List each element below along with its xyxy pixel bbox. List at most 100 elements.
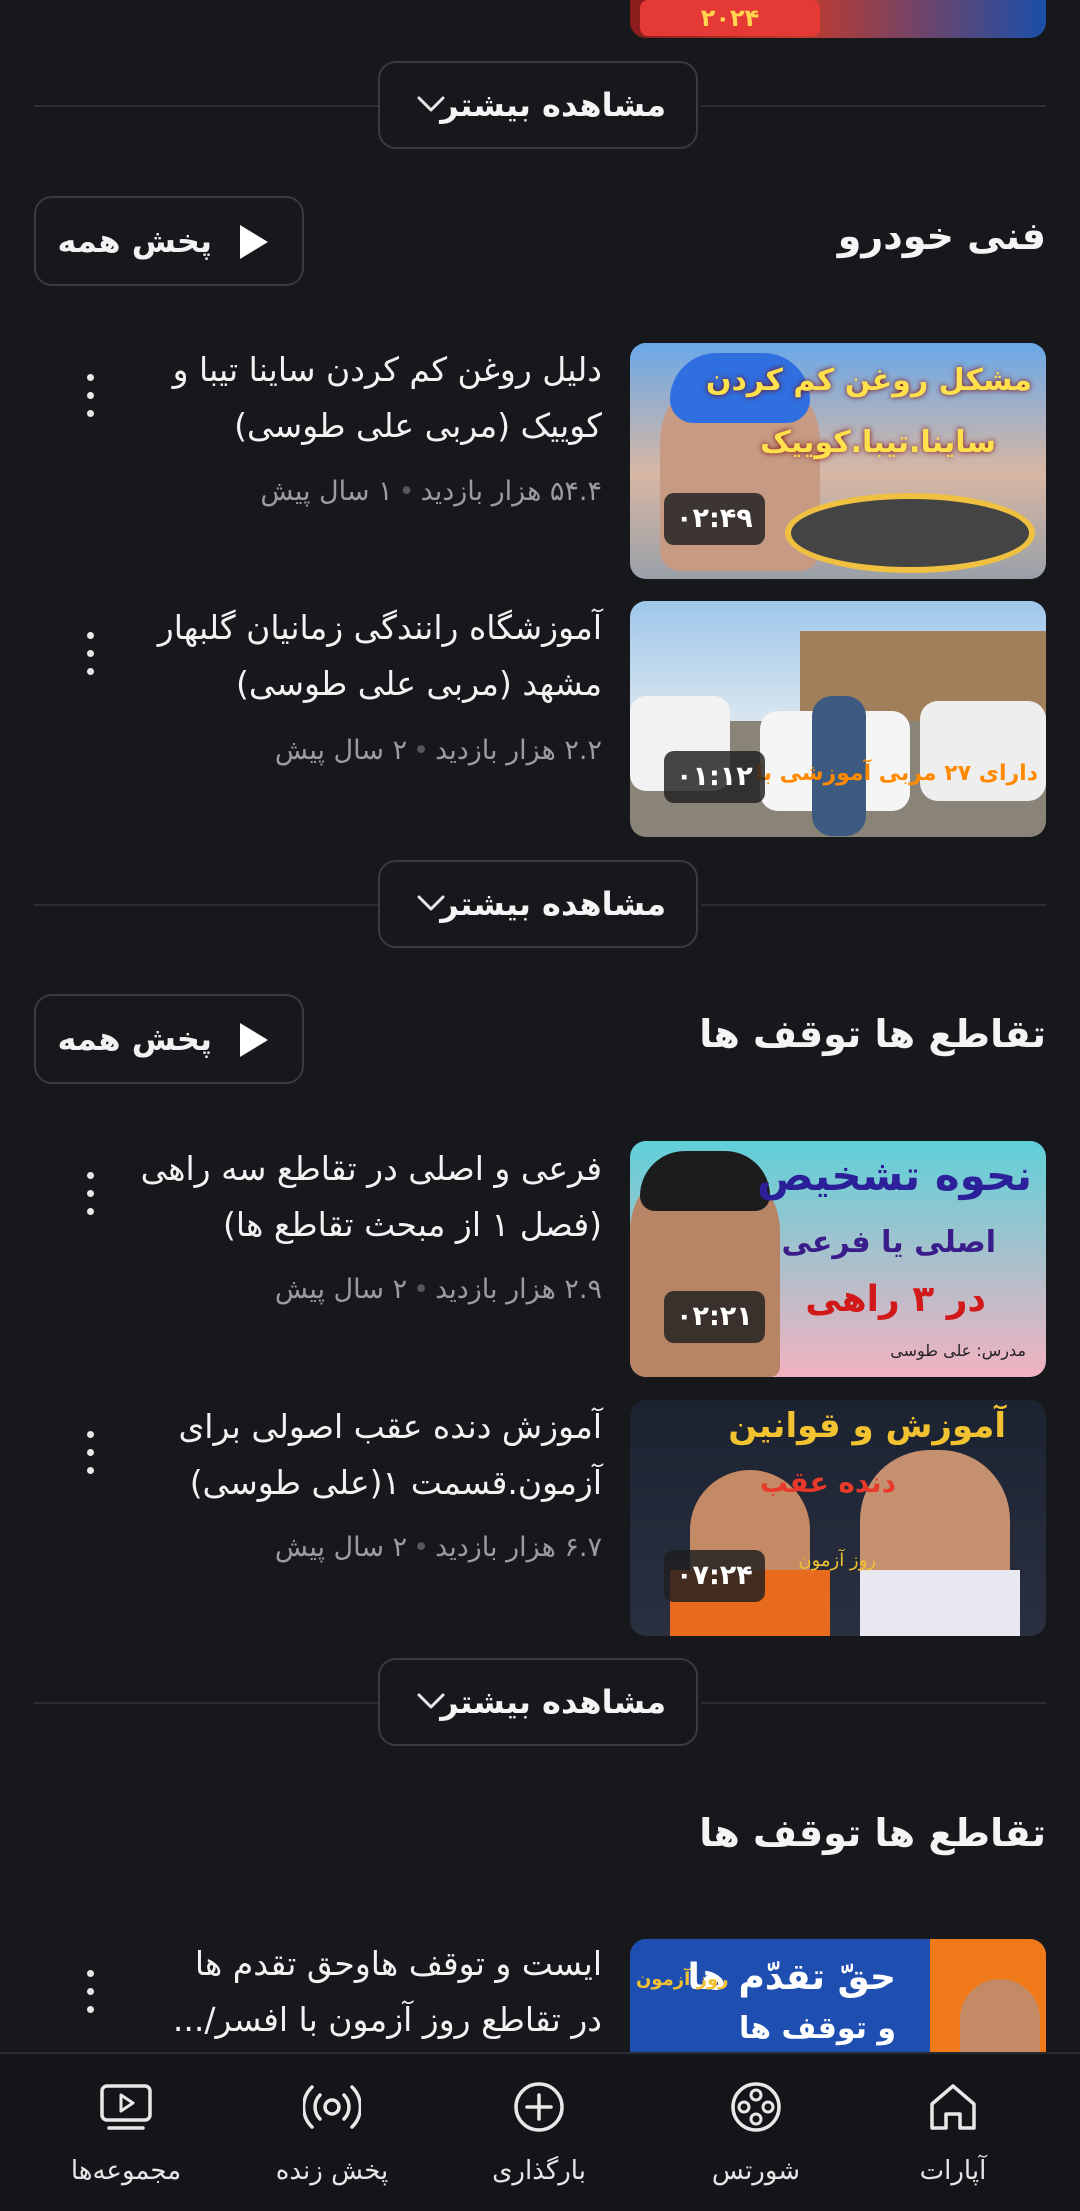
- upload-age: ۱ سال پیش: [260, 476, 393, 507]
- video-thumbnail[interactable]: مشکل روغن کم کردن ساینا.تیبا.کوییک ۰۲:۴۹: [630, 343, 1046, 579]
- nav-label: پخش زنده: [275, 2156, 389, 2186]
- video-meta: ۵۴.۴ هزار بازدید•۱ سال پیش: [260, 476, 602, 507]
- video-title[interactable]: ایست و توقف هاوحق تقدم ها در تقاطع روز آ…: [42, 1936, 602, 2048]
- video-title-line: ایست و توقف هاوحق تقدم ها: [194, 1944, 602, 1983]
- video-title-line: فرعی و اصلی در تقاطع سه راهی: [140, 1149, 602, 1188]
- more-options-icon[interactable]: [80, 1172, 100, 1232]
- more-options-icon[interactable]: [80, 632, 100, 692]
- section-title: فنی خودرو: [837, 214, 1046, 258]
- video-thumbnail[interactable]: حقّ تقدّم ها روز آزمون و توقف ها: [630, 1939, 1046, 2052]
- more-options-icon[interactable]: [80, 374, 100, 434]
- nav-label: آپارات: [919, 2156, 987, 2186]
- video-thumbnail[interactable]: آموزش و قوانین دنده عقب روز آزمون ۰۷:۲۴: [630, 1400, 1046, 1636]
- see-more-label: مشاهده بیشتر: [440, 86, 666, 124]
- thumbnail-text: دارای ۲۷ مربی آموزشی با: [755, 761, 1038, 786]
- play-all-label: پخش همه: [57, 222, 213, 260]
- view-count: ۶.۷ هزار بازدید: [435, 1532, 602, 1563]
- video-thumbnail[interactable]: نحوه تشخیص اصلی یا فرعی در ۳ راهی مدرس: …: [630, 1141, 1046, 1377]
- video-title-line: کوییک (مربی علی طوسی): [234, 406, 602, 445]
- video-title[interactable]: فرعی و اصلی در تقاطع سه راهی (فصل ۱ از م…: [42, 1141, 602, 1253]
- play-all-label: پخش همه: [57, 1020, 213, 1058]
- nav-item-collections[interactable]: مجموعه‌ها: [26, 2054, 226, 2211]
- film-reel-icon: [731, 2082, 781, 2132]
- section-title: تقاطع ها توقف ها: [699, 1811, 1046, 1855]
- video-thumbnail-partial[interactable]: ۲۰۲۴: [630, 0, 1046, 38]
- thumbnail-text: آموزش و قوانین: [728, 1406, 1006, 1446]
- thumbnail-badge: ۲۰۲۴: [640, 0, 820, 36]
- duration-badge: ۰۷:۲۴: [664, 1550, 765, 1602]
- nav-item-upload[interactable]: بارگذاری: [439, 2054, 639, 2211]
- divider: [701, 105, 1046, 107]
- see-more-button[interactable]: مشاهده بیشتر: [378, 860, 698, 948]
- play-icon: [240, 1023, 268, 1057]
- see-more-label: مشاهده بیشتر: [440, 1683, 666, 1721]
- video-title-line: در تقاطع روز آزمون با افسر/...: [172, 2000, 602, 2039]
- more-options-icon[interactable]: [80, 1431, 100, 1491]
- person-figure: [960, 1979, 1040, 2052]
- see-more-label: مشاهده بیشتر: [440, 885, 666, 923]
- video-title-line: آموزش دنده عقب اصولی برای: [178, 1407, 602, 1446]
- thumbnail-text: مدرس: علی طوسی: [890, 1341, 1026, 1360]
- nav-item-home[interactable]: آپارات: [853, 2054, 1053, 2211]
- divider: [34, 1702, 379, 1704]
- upload-plus-icon: [514, 2082, 564, 2132]
- video-thumbnail[interactable]: دارای ۲۷ مربی آموزشی با ۰۱:۱۲: [630, 601, 1046, 837]
- see-more-row: مشاهده بیشتر: [34, 61, 1046, 151]
- thumbnail-text: روز آزمون: [798, 1550, 876, 1571]
- upload-age: ۲ سال پیش: [274, 735, 408, 766]
- upload-age: ۲ سال پیش: [274, 1274, 408, 1305]
- video-meta: ۶.۷ هزار بازدید•۲ سال پیش: [274, 1532, 602, 1563]
- duration-badge: ۰۲:۲۱: [664, 1291, 765, 1343]
- hair-figure: [640, 1151, 770, 1211]
- thumbnail-text: ساینا.تیبا.کوییک: [760, 425, 996, 460]
- car-figure: [920, 701, 1046, 801]
- video-title-line: مشهد (مربی علی طوسی): [235, 664, 602, 703]
- chevron-down-icon: [417, 895, 445, 911]
- more-options-icon[interactable]: [80, 1970, 100, 2030]
- engine-figure: [785, 493, 1035, 573]
- video-title[interactable]: دلیل روغن کم کردن ساینا تیبا و کوییک (مر…: [42, 342, 602, 454]
- see-more-row: مشاهده بیشتر: [34, 860, 1046, 950]
- divider: [34, 904, 379, 906]
- view-count: ۲.۹ هزار بازدید: [435, 1274, 602, 1305]
- play-all-button[interactable]: پخش همه: [34, 196, 304, 286]
- nav-label: مجموعه‌ها: [70, 2156, 182, 2186]
- see-more-row: مشاهده بیشتر: [34, 1658, 1046, 1748]
- video-title[interactable]: آموزشگاه رانندگی زمانیان گلبهار مشهد (مر…: [42, 600, 602, 712]
- video-title-line: آموزشگاه رانندگی زمانیان گلبهار: [157, 608, 602, 647]
- see-more-button[interactable]: مشاهده بیشتر: [378, 1658, 698, 1746]
- view-count: ۲.۲ هزار بازدید: [435, 735, 602, 766]
- video-title-line: آزمون.قسمت ۱(علی طوسی): [189, 1463, 602, 1502]
- video-meta: ۲.۲ هزار بازدید•۲ سال پیش: [274, 735, 602, 766]
- view-count: ۵۴.۴ هزار بازدید: [420, 476, 602, 507]
- upload-age: ۲ سال پیش: [274, 1532, 408, 1563]
- section-title: تقاطع ها توقف ها: [699, 1012, 1046, 1056]
- thumbnail-text: اصلی یا فرعی: [781, 1225, 996, 1260]
- thumbnail-text: و توقف ها: [738, 2011, 896, 2046]
- duration-badge: ۰۱:۱۲: [664, 751, 765, 803]
- video-title-line: (فصل ۱ از مبحث تقاطع ها): [223, 1205, 602, 1244]
- live-broadcast-icon: [303, 2085, 361, 2129]
- chevron-down-icon: [417, 96, 445, 112]
- video-title[interactable]: آموزش دنده عقب اصولی برای آزمون.قسمت ۱(ع…: [42, 1399, 602, 1511]
- nav-item-live[interactable]: پخش زنده: [232, 2054, 432, 2211]
- thumbnail-text: دنده عقب: [759, 1466, 896, 1499]
- nav-item-shorts[interactable]: شورتس: [656, 2054, 856, 2211]
- bottom-navigation: آپارات شورتس بارگذاری پخش زنده مجموعه‌ها: [0, 2052, 1080, 2211]
- divider: [34, 105, 379, 107]
- shirt-figure: [860, 1570, 1020, 1636]
- nav-label: شورتس: [711, 2156, 801, 2186]
- thumbnail-text: نحوه تشخیص: [756, 1151, 1032, 1200]
- chevron-down-icon: [417, 1693, 445, 1709]
- see-more-button[interactable]: مشاهده بیشتر: [378, 61, 698, 149]
- home-icon: [930, 2084, 976, 2130]
- divider: [701, 1702, 1046, 1704]
- play-all-button[interactable]: پخش همه: [34, 994, 304, 1084]
- thumbnail-text: در ۳ راهی: [805, 1279, 986, 1320]
- divider: [701, 904, 1046, 906]
- video-title-line: دلیل روغن کم کردن ساینا تیبا و: [172, 350, 602, 389]
- thumbnail-text: روز آزمون: [636, 1969, 729, 1990]
- duration-badge: ۰۲:۴۹: [664, 493, 765, 545]
- play-icon: [240, 225, 268, 259]
- collections-icon: [100, 2084, 152, 2130]
